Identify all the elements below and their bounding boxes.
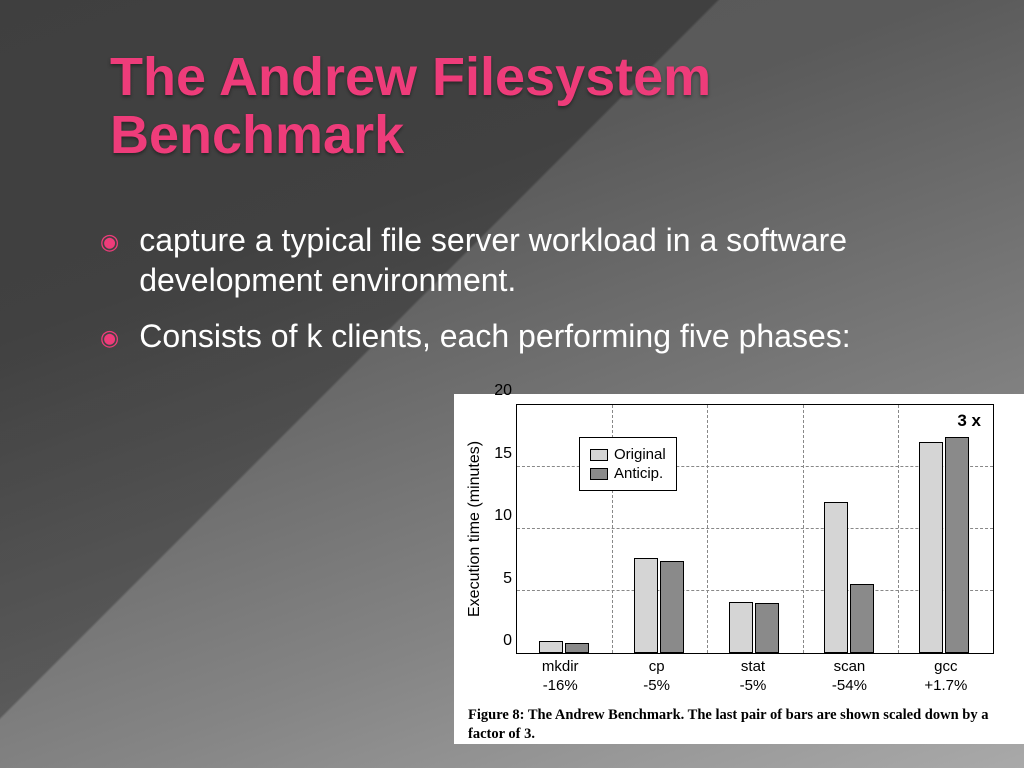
y-tick: 0 <box>503 632 512 650</box>
bullet-text: Consists of k clients, each performing f… <box>139 316 850 358</box>
bar-anticip <box>945 437 969 653</box>
slide: The Andrew Filesystem Benchmark ◉ captur… <box>0 0 1024 768</box>
chart-figure: Execution time (minutes) 0 5 10 15 20 <box>454 394 1024 744</box>
bar-group <box>707 405 802 653</box>
bar-anticip <box>565 643 589 653</box>
x-label: gcc +1.7% <box>898 654 994 696</box>
bar-anticip <box>660 561 684 653</box>
x-label: scan -54% <box>801 654 897 696</box>
bullet-item: ◉ capture a typical file server workload… <box>100 220 920 300</box>
y-tick: 5 <box>503 570 512 588</box>
bar-original <box>729 602 753 653</box>
x-label: mkdir -16% <box>512 654 608 696</box>
x-label: stat -5% <box>705 654 801 696</box>
bullet-dot-icon: ◉ <box>100 318 119 358</box>
chart-legend: Original Anticip. <box>579 437 677 491</box>
bar-anticip <box>850 584 874 653</box>
legend-item: Anticip. <box>590 465 666 482</box>
bar-original <box>824 502 848 653</box>
legend-swatch-icon <box>590 468 608 480</box>
slide-body: ◉ capture a typical file server workload… <box>100 220 920 374</box>
y-tick: 10 <box>494 507 512 525</box>
legend-label: Original <box>614 446 666 463</box>
y-tick: 15 <box>494 445 512 463</box>
bar-original <box>539 641 563 653</box>
legend-swatch-icon <box>590 449 608 461</box>
slide-title: The Andrew Filesystem Benchmark <box>110 48 910 165</box>
chart-x-labels: mkdir -16% cp -5% stat -5% scan -54% gcc… <box>512 654 994 696</box>
chart-area: Execution time (minutes) 0 5 10 15 20 <box>464 404 1014 654</box>
legend-label: Anticip. <box>614 465 663 482</box>
x-label: cp -5% <box>608 654 704 696</box>
figure-caption: Figure 8: The Andrew Benchmark. The last… <box>464 706 1014 745</box>
bar-original <box>634 558 658 653</box>
bar-original <box>919 442 943 653</box>
bar-group <box>803 405 898 653</box>
legend-item: Original <box>590 446 666 463</box>
bullet-item: ◉ Consists of k clients, each performing… <box>100 316 920 358</box>
bullet-dot-icon: ◉ <box>100 222 119 300</box>
bar-anticip <box>755 603 779 653</box>
bar-group <box>898 405 993 653</box>
chart-plot: 3 x Original Anticip. <box>516 404 994 654</box>
chart-annotation: 3 x <box>957 411 981 431</box>
chart-y-axis-label: Execution time (minutes) <box>464 404 486 654</box>
chart-y-axis: 0 5 10 15 20 <box>486 404 516 654</box>
y-tick: 20 <box>494 382 512 400</box>
bullet-text: capture a typical file server workload i… <box>139 220 920 300</box>
